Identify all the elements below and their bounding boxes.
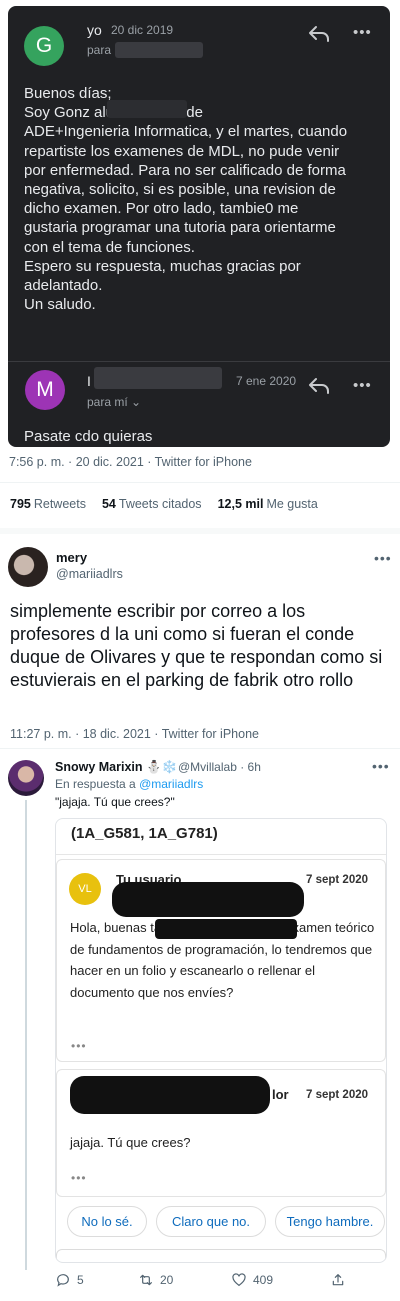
message-more-icon[interactable]: •••: [71, 1171, 87, 1185]
suggested-reply-chip[interactable]: No lo sé.: [67, 1206, 147, 1237]
divider: [0, 482, 400, 483]
redaction-box: [70, 1076, 270, 1114]
message-date: 7 sept 2020: [306, 874, 369, 886]
suggested-reply-chip[interactable]: Claro que no.: [156, 1206, 266, 1237]
course-title: (1A_G581, 1A_G781): [71, 825, 218, 842]
more-options-icon[interactable]: •••: [353, 377, 372, 394]
redaction-box: [112, 882, 304, 917]
retweet-count: 20: [160, 1273, 174, 1287]
reply-icon[interactable]: [308, 25, 330, 48]
like-action[interactable]: 409: [231, 1272, 273, 1288]
tweet-timestamp[interactable]: 11:27 p. m. · 18 dic. 2021 · Twitter for…: [10, 727, 259, 741]
thread-line: [25, 800, 27, 1270]
author-handle[interactable]: @Mvillalab · 6h: [178, 760, 261, 774]
author-name[interactable]: Snowy Marixin ⛄❄️: [55, 760, 177, 775]
redaction-box: [155, 919, 297, 939]
message-sender: lor: [272, 1087, 289, 1102]
avatar: VL: [69, 873, 101, 905]
author-name[interactable]: mery: [56, 550, 87, 565]
tweet-stats: 795 Retweets 54 Tweets citados 12,5 mil Me …: [10, 497, 318, 511]
author-handle[interactable]: @mariiadlrs: [56, 567, 123, 581]
tweet-timestamp[interactable]: 7:56 p. m. · 20 dic. 2021 · Twitter for …: [9, 455, 252, 469]
quote-tweets-stat[interactable]: 54 Tweets citados: [102, 497, 202, 511]
section-separator: [0, 528, 400, 534]
email-sender: yo: [87, 22, 102, 38]
retweet-action[interactable]: 20: [138, 1272, 173, 1288]
like-count: 409: [253, 1273, 274, 1287]
divider: [0, 748, 400, 749]
email-screenshot-dark: G yo 20 dic 2019 para ••• Buenos días; S…: [8, 6, 390, 447]
reply-action[interactable]: 5: [55, 1272, 84, 1288]
more-options-icon[interactable]: •••: [372, 758, 390, 774]
redaction-box: [107, 100, 187, 118]
reply-context: En respuesta a @mariiadlrs: [55, 777, 203, 791]
sender-avatar: G: [24, 26, 64, 66]
email-recipient-label: para: [87, 43, 112, 57]
avatar[interactable]: [8, 547, 48, 587]
more-options-icon[interactable]: •••: [353, 24, 372, 41]
redaction-box: [115, 42, 203, 58]
retweets-stat[interactable]: 795 Retweets: [10, 497, 86, 511]
teams-screenshot: (1A_G581, 1A_G781) VL Tu usuario 7 sept …: [55, 818, 387, 1263]
email-body: Buenos días; Soy Gonz alumno de 1º de AD…: [24, 85, 348, 314]
reply-to-link[interactable]: @mariiadlrs: [139, 777, 203, 791]
divider: [8, 361, 390, 362]
reply-icon[interactable]: [308, 377, 330, 400]
email-body: Pasate cdo quieras: [24, 428, 153, 445]
retweet-icon: [140, 1274, 152, 1286]
reply-bubble-icon: [57, 1274, 69, 1287]
share-action[interactable]: [330, 1272, 346, 1288]
message-more-icon[interactable]: •••: [71, 1039, 87, 1053]
email-date: 7 ene 2020: [236, 374, 297, 388]
reply-count: 5: [77, 1273, 84, 1287]
redaction-box: [94, 367, 222, 389]
suggested-reply-chip[interactable]: Tengo hambre.: [275, 1206, 385, 1237]
email-sender: I: [87, 373, 91, 389]
message-body: jajaja. Tú que crees?: [70, 1135, 191, 1150]
email-recipient-label[interactable]: para mí ⌄: [87, 395, 141, 409]
sender-avatar: M: [25, 370, 65, 410]
likes-stat[interactable]: 12,5 mil Me gusta: [218, 497, 318, 511]
divider: [56, 854, 386, 855]
reply-prefix: En respuesta a: [55, 777, 136, 791]
avatar[interactable]: [8, 760, 44, 796]
share-icon: [332, 1274, 344, 1286]
heart-icon: [232, 1273, 246, 1287]
message-date: 7 sept 2020: [306, 1089, 369, 1101]
more-options-icon[interactable]: •••: [374, 550, 392, 566]
compose-box[interactable]: [56, 1249, 386, 1262]
email-date: 20 dic 2019: [111, 23, 174, 37]
tweet-text: "jajaja. Tú que crees?": [55, 795, 175, 809]
tweet-text: simplemente escribir por correo a los pr…: [10, 601, 383, 690]
